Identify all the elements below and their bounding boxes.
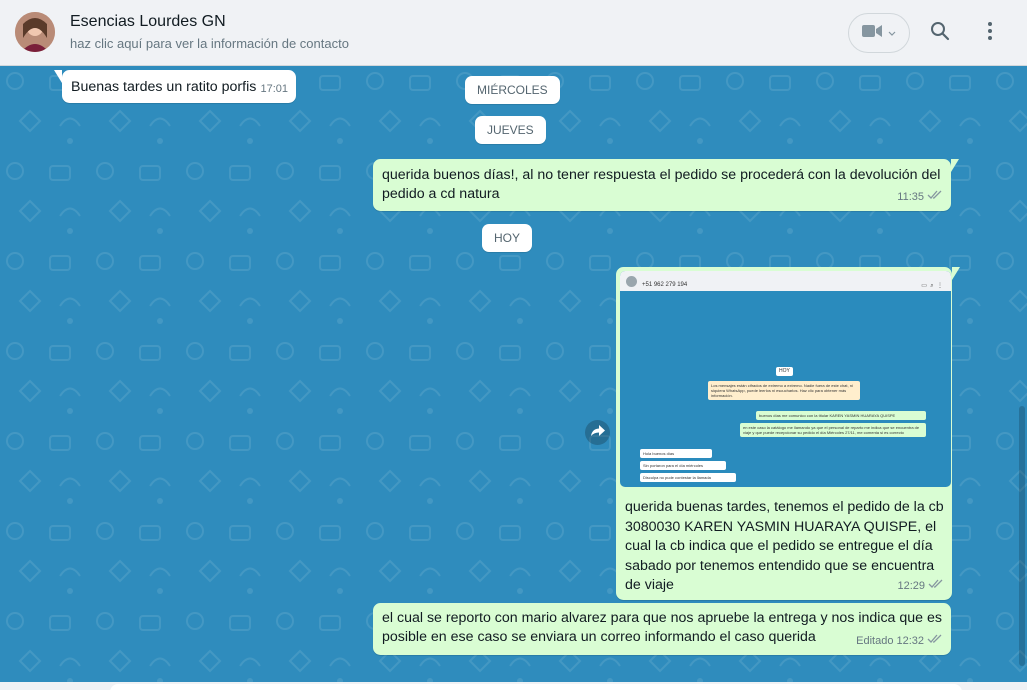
thumbnail-message: en este caso la catálogo me llamando ya … — [740, 423, 926, 437]
forward-button[interactable] — [585, 420, 610, 445]
date-chip-wednesday: MIÉRCOLES — [465, 76, 560, 104]
chat-area[interactable]: Buenas tardes un ratito porfis 17:01 MIÉ… — [0, 66, 1027, 682]
contact-name[interactable]: Esencias Lourdes GN — [70, 13, 226, 31]
message-outgoing[interactable]: querida buenos días!, al no tener respue… — [373, 159, 959, 211]
video-icon — [862, 24, 882, 43]
message-time: 12:29 — [897, 577, 944, 596]
thumbnail-message: buenos días me comunico con la titular K… — [756, 411, 926, 420]
menu-dots-icon — [987, 21, 993, 46]
message-time: Editado 12:32 — [856, 632, 943, 651]
contact-info-hint[interactable]: haz clic aquí para ver la información de… — [70, 36, 349, 51]
double-check-icon — [927, 188, 943, 207]
edited-label: Editado — [856, 635, 894, 647]
double-check-icon — [928, 577, 944, 596]
chat-scrollbar[interactable] — [1019, 406, 1025, 666]
message-text: Buenas tardes un ratito porfis — [71, 79, 257, 95]
message-input[interactable] — [110, 684, 962, 690]
date-chip-thursday: JUEVES — [475, 116, 546, 144]
menu-button[interactable] — [974, 17, 1006, 49]
thumbnail-encryption-notice: Los mensajes están cifrados de extremo a… — [708, 381, 860, 400]
video-call-button[interactable] — [848, 13, 910, 53]
message-time: 11:35 — [897, 188, 943, 207]
date-chip-today: HOY — [482, 224, 533, 252]
thumbnail-message: Sin portaron para el día miércoles — [640, 461, 726, 470]
chevron-down-icon — [888, 24, 896, 42]
chat-header: Esencias Lourdes GN haz clic aquí para v… — [0, 0, 1027, 66]
message-time: 17:01 — [260, 83, 288, 95]
message-outgoing-with-image[interactable]: +51 962 279 194 ▭ ⌕ ⋮ HOY Los mensajes e… — [616, 267, 960, 600]
thumbnail-avatar — [626, 276, 637, 287]
message-text: querida buenos días!, al no tener respue… — [382, 167, 941, 202]
thumbnail-message: Hola buenos días — [640, 449, 712, 458]
thumbnail-header: +51 962 279 194 ▭ ⌕ ⋮ — [620, 271, 951, 291]
thumbnail-message: Disculpa no pude contestar la llamada — [640, 473, 736, 482]
double-check-icon — [927, 632, 943, 651]
thumbnail-date-chip: HOY — [776, 367, 793, 376]
thumbnail-header-icons: ▭ ⌕ ⋮ — [921, 283, 943, 289]
image-attachment[interactable]: +51 962 279 194 ▭ ⌕ ⋮ HOY Los mensajes e… — [620, 271, 951, 487]
thumbnail-phone: +51 962 279 194 — [642, 282, 688, 288]
message-incoming[interactable]: Buenas tardes un ratito porfis 17:01 — [54, 70, 296, 103]
message-outgoing[interactable]: el cual se reporto con mario alvarez par… — [373, 603, 951, 655]
search-icon — [930, 21, 950, 46]
forward-icon — [590, 424, 605, 442]
contact-avatar[interactable] — [15, 12, 55, 52]
search-button[interactable] — [924, 17, 956, 49]
